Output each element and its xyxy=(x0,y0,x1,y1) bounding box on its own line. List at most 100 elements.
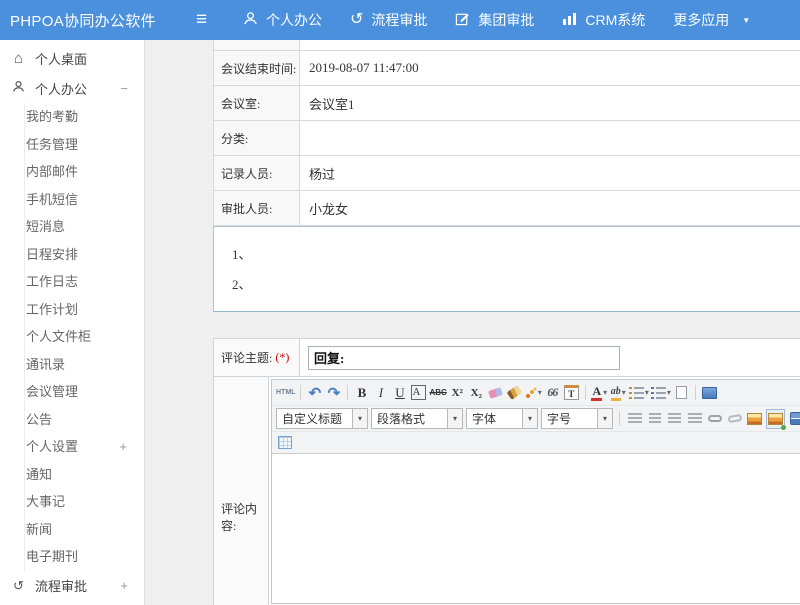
comment-content-value-cell: HTML ↶ ↷ B I U A ABC X² X₂ ▾ xyxy=(269,377,800,605)
sidebar-item-sms[interactable]: 手机短信 xyxy=(25,186,144,214)
top-navbar: PHPOA协同办公软件 ≡ 个人办公 ↺ 流程审批 集团审批 CRM系统 更多应… xyxy=(0,0,800,40)
sidebar-item-meeting-management[interactable]: 会议管理 xyxy=(25,378,144,406)
paste-text-button[interactable]: T xyxy=(563,383,580,403)
plus-dot-icon xyxy=(781,425,786,430)
remove-format-button[interactable] xyxy=(487,383,504,403)
font-color-button[interactable]: A▾ xyxy=(591,383,608,403)
nav-item-personal-office[interactable]: 个人办公 xyxy=(243,10,322,30)
html-source-button[interactable]: HTML xyxy=(276,383,295,403)
sidebar-item-work-log[interactable]: 工作日志 xyxy=(25,268,144,296)
underline-button[interactable]: U xyxy=(391,383,408,403)
sidebar-group-workflow[interactable]: ↺ 流程审批 + xyxy=(0,571,144,601)
align-right-button[interactable] xyxy=(666,409,683,429)
italic-button[interactable]: I xyxy=(372,383,389,403)
note-line: 1、 xyxy=(232,240,800,270)
app-logo: PHPOA协同办公软件 xyxy=(10,0,156,40)
comment-subject-row: 评论主题: (*) xyxy=(214,339,800,377)
highlight-color-button[interactable]: ab▾ xyxy=(610,383,627,403)
format-painter-button[interactable] xyxy=(506,383,523,403)
remove-link-button[interactable] xyxy=(726,409,743,429)
caret-down-icon: ▾ xyxy=(538,388,542,397)
collapse-toggle[interactable]: − xyxy=(120,81,128,96)
dropdown-value: 段落格式 xyxy=(372,410,447,427)
align-left-button[interactable] xyxy=(626,409,643,429)
expand-toggle[interactable]: + xyxy=(120,578,128,593)
insert-media-button[interactable] xyxy=(788,409,800,429)
align-center-button[interactable] xyxy=(646,409,663,429)
comment-subject-value-cell xyxy=(300,339,800,376)
nav-item-group-approval[interactable]: 集团审批 xyxy=(455,10,534,30)
sidebar-item-schedule[interactable]: 日程安排 xyxy=(25,241,144,269)
upload-image-button[interactable] xyxy=(766,409,785,429)
sidebar-group-label: 个人办公 xyxy=(35,79,87,98)
bold-button[interactable]: B xyxy=(353,383,370,403)
align-left-icon xyxy=(628,413,642,424)
sidebar-item-tasks[interactable]: 任务管理 xyxy=(25,131,144,159)
insert-image-button[interactable] xyxy=(746,409,763,429)
sidebar-item-desktop[interactable]: ⌂ 个人桌面 xyxy=(0,43,144,73)
row-value: 小龙女 xyxy=(300,191,800,225)
quick-format-button[interactable]: ▾ xyxy=(525,383,542,403)
justify-button[interactable] xyxy=(686,409,703,429)
hamburger-menu-icon[interactable]: ≡ xyxy=(196,0,207,40)
ordered-list-button[interactable]: ▾ xyxy=(629,383,649,403)
align-right-icon xyxy=(668,413,681,424)
caret-down-icon: ▾ xyxy=(447,409,462,428)
sidebar-item-announcement[interactable]: 公告 xyxy=(25,406,144,434)
row-label: 分类: xyxy=(214,121,300,155)
comment-subject-label: 评论主题: xyxy=(221,349,272,366)
nav-item-label: 集团审批 xyxy=(478,10,534,30)
blockquote-button[interactable]: 66 xyxy=(544,383,561,403)
sidebar-item-file-cabinet[interactable]: 个人文件柜 xyxy=(25,323,144,351)
row-label-cell xyxy=(214,40,300,50)
fullscreen-button[interactable] xyxy=(701,383,718,403)
sidebar-item-personal-settings[interactable]: 个人设置+ xyxy=(25,433,144,461)
person-icon xyxy=(243,11,258,29)
edit-icon xyxy=(455,11,470,29)
sidebar-item-label: 大事记 xyxy=(26,494,65,509)
eraser-icon xyxy=(488,387,503,399)
sidebar-item-notice[interactable]: 通知 xyxy=(25,461,144,489)
dropdown-value: 字体 xyxy=(467,410,522,427)
sidebar-item-news[interactable]: 新闻 xyxy=(25,516,144,544)
superscript-button[interactable]: X² xyxy=(449,383,466,403)
heading-style-dropdown[interactable]: 自定义标题▾ xyxy=(276,408,368,429)
paragraph-format-dropdown[interactable]: 段落格式▾ xyxy=(371,408,463,429)
insert-table-button[interactable] xyxy=(276,433,293,453)
font-family-dropdown[interactable]: 字体▾ xyxy=(466,408,538,429)
main-content: 会议结束时间: 2019-08-07 11:47:00 会议室: 会议室1 分类… xyxy=(146,40,800,605)
row-value xyxy=(300,121,800,155)
row-value: 2019-08-07 11:47:00 xyxy=(300,51,800,85)
undo-icon[interactable]: ↶ xyxy=(306,383,323,403)
screen-icon xyxy=(702,387,717,399)
nav-item-more-apps[interactable]: 更多应用 ▼ xyxy=(673,10,750,30)
caret-down-icon: ▼ xyxy=(742,16,750,25)
sidebar-item-e-journal[interactable]: 电子期刊 xyxy=(25,543,144,571)
insert-link-button[interactable] xyxy=(706,409,723,429)
image-add-icon xyxy=(768,413,783,425)
sidebar-item-events[interactable]: 大事记 xyxy=(25,488,144,516)
unordered-list-button[interactable]: ▾ xyxy=(651,383,671,403)
font-style-icon[interactable]: A xyxy=(411,385,426,400)
navbar-menu: 个人办公 ↺ 流程审批 集团审批 CRM系统 更多应用 ▼ xyxy=(243,0,778,40)
meeting-detail-table: 会议结束时间: 2019-08-07 11:47:00 会议室: 会议室1 分类… xyxy=(213,40,800,226)
table-row-approver: 审批人员: 小龙女 xyxy=(214,191,800,226)
sidebar-item-work-plan[interactable]: 工作计划 xyxy=(25,296,144,324)
sidebar-item-short-message[interactable]: 短消息 xyxy=(25,213,144,241)
font-size-dropdown[interactable]: 字号▾ xyxy=(541,408,613,429)
editor-content-area[interactable] xyxy=(272,453,800,603)
nav-item-crm[interactable]: CRM系统 xyxy=(562,10,645,30)
font-color-icon: A xyxy=(591,385,602,401)
strikethrough-button[interactable]: ABC xyxy=(429,383,446,403)
expand-toggle[interactable]: + xyxy=(119,433,127,461)
nav-item-workflow-approval[interactable]: ↺ 流程审批 xyxy=(350,10,427,30)
redo-icon[interactable]: ↷ xyxy=(325,383,342,403)
caret-down-icon: ▾ xyxy=(352,409,367,428)
comment-subject-input[interactable] xyxy=(308,346,620,370)
sidebar-group-personal-office[interactable]: 个人办公 − xyxy=(0,73,144,103)
sidebar-item-internal-mail[interactable]: 内部邮件 xyxy=(25,158,144,186)
new-page-button[interactable] xyxy=(673,383,690,403)
sidebar-item-attendance[interactable]: 我的考勤 xyxy=(25,103,144,131)
sidebar-item-contacts[interactable]: 通讯录 xyxy=(25,351,144,379)
subscript-button[interactable]: X₂ xyxy=(468,383,485,403)
